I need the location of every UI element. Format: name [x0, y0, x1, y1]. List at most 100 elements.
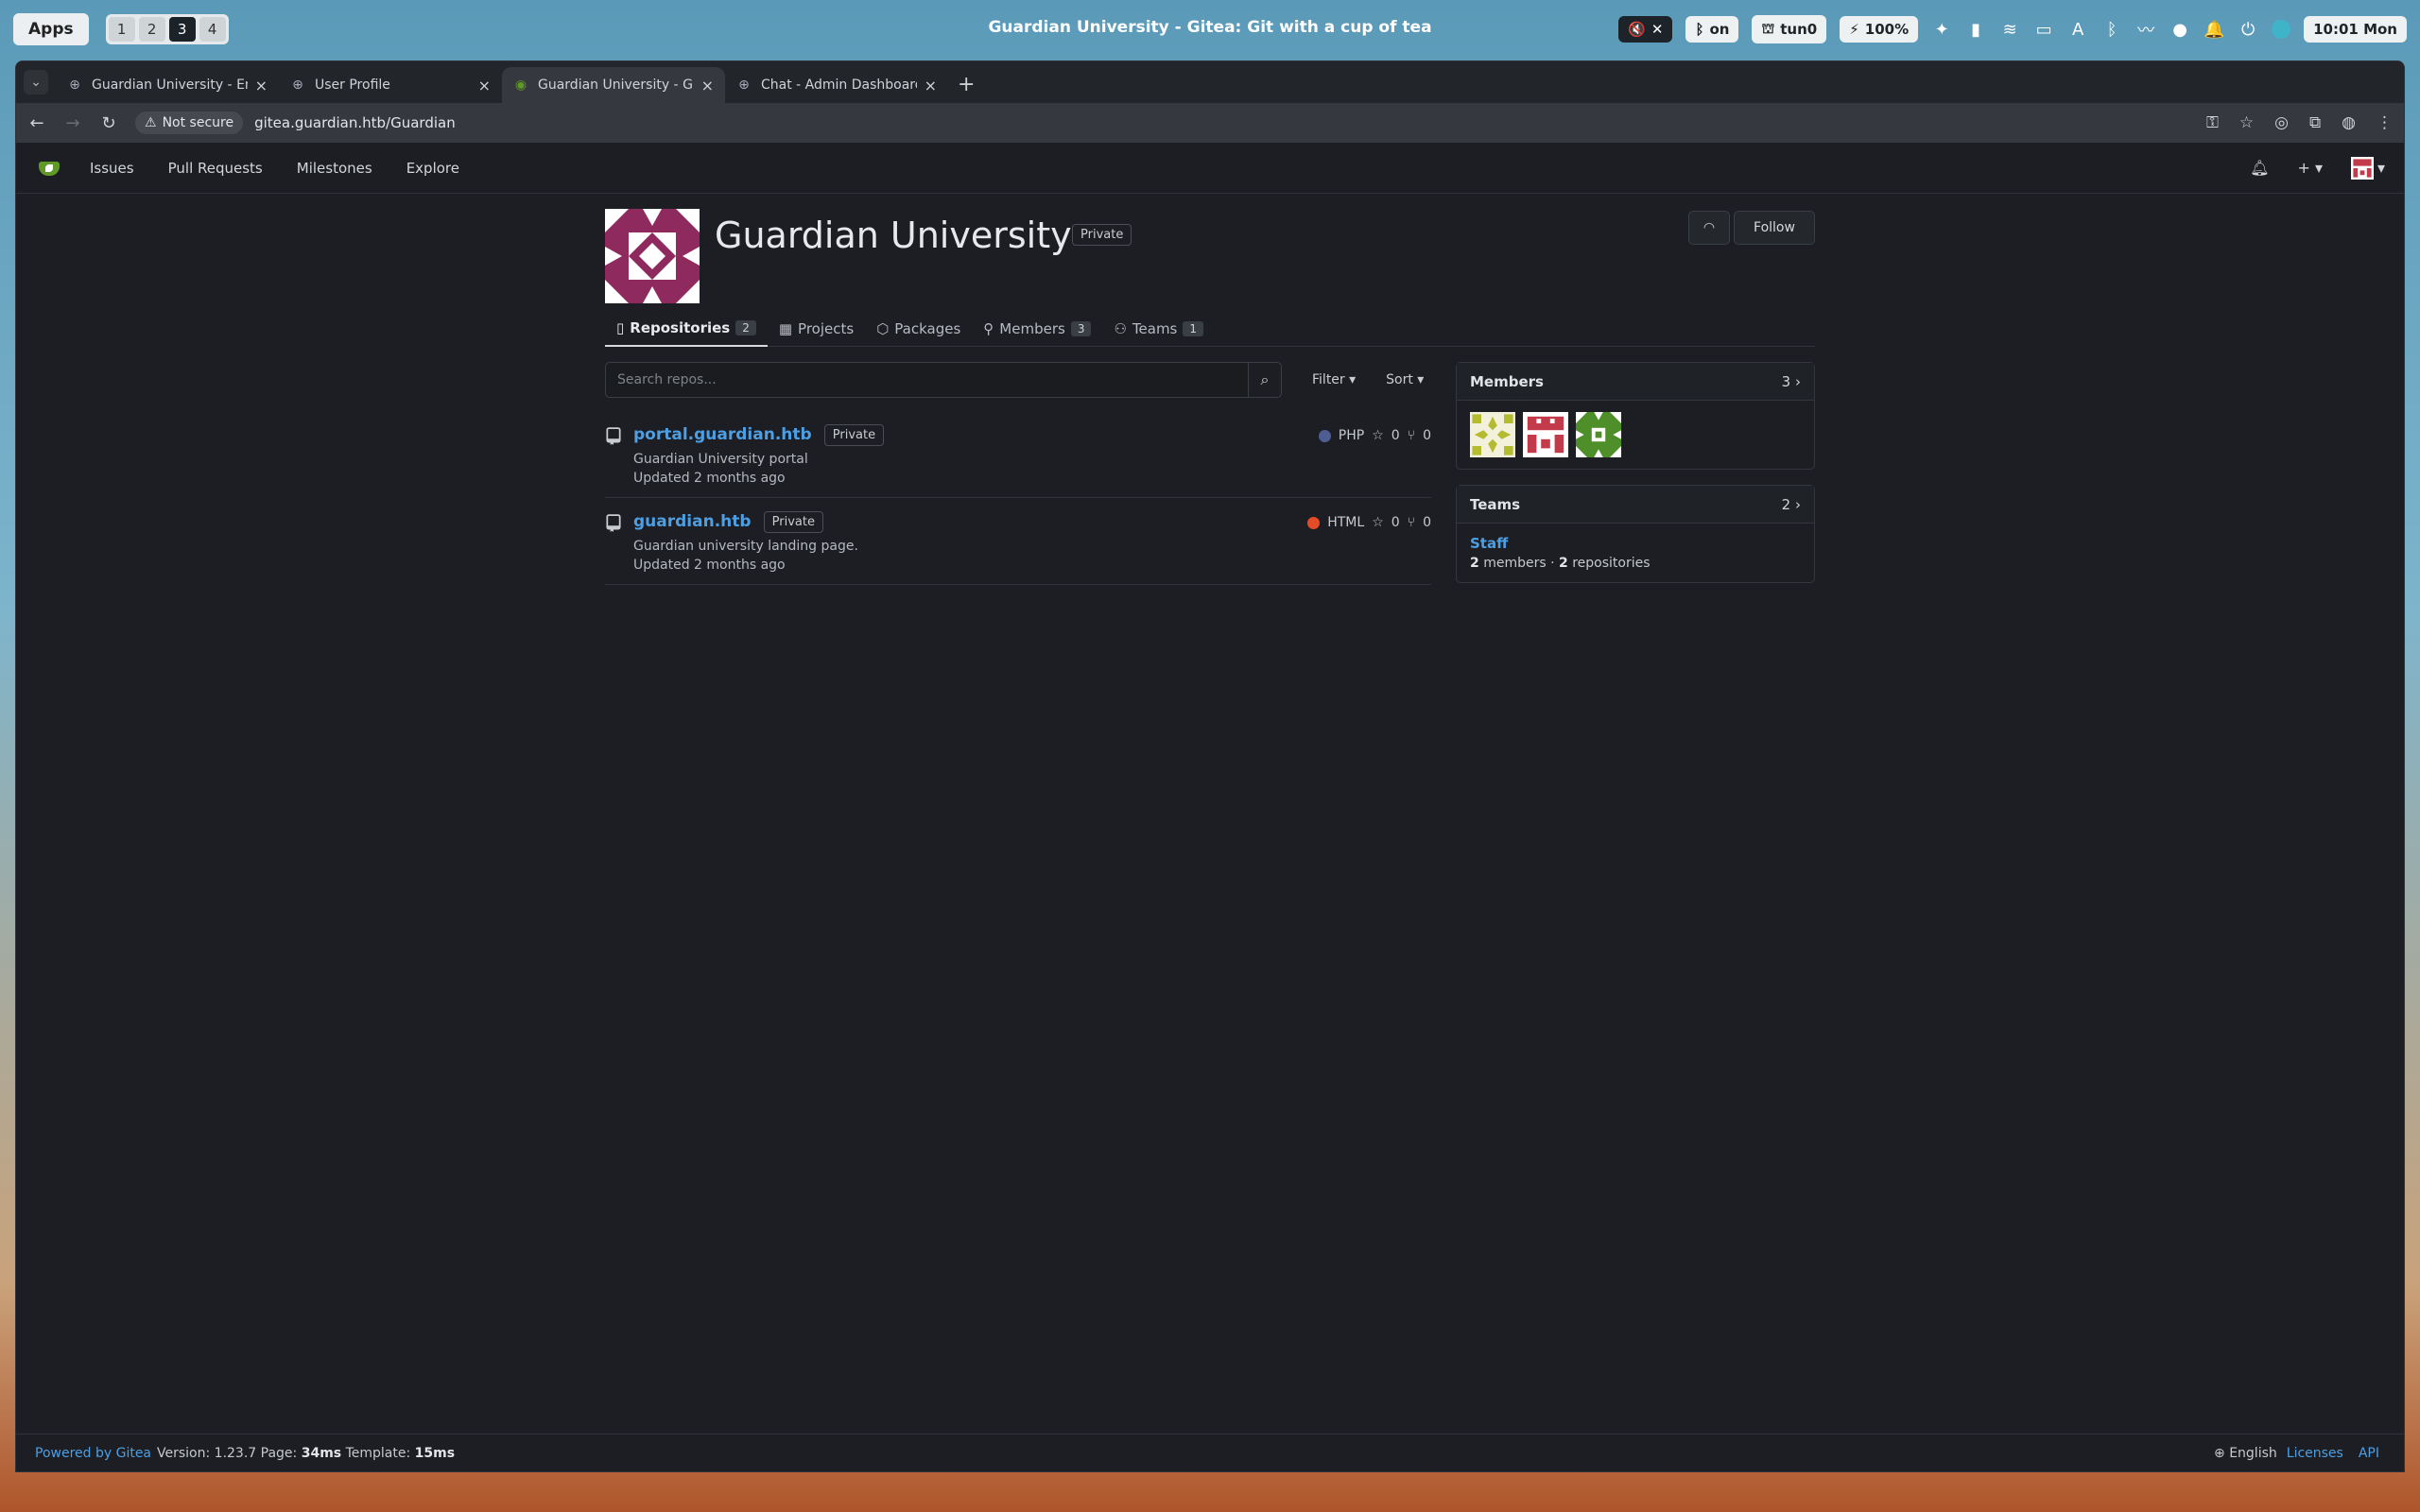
org-header-actions: ◠ Follow [1688, 211, 1815, 245]
battery-indicator[interactable]: ⚡ 100% [1840, 16, 1919, 43]
layers-icon[interactable]: ≋ [1999, 20, 2020, 40]
powered-by-link[interactable]: Powered by Gitea [35, 1446, 151, 1461]
browser-tab-user-profile[interactable]: ⊕ User Profile × [279, 67, 502, 103]
team-staff-link[interactable]: Staff [1470, 535, 1801, 552]
user-status-icon[interactable] [2272, 20, 2291, 39]
close-icon[interactable]: × [478, 77, 491, 94]
star-icon[interactable]: ☆ [1372, 515, 1384, 530]
audio-mute-indicator[interactable]: 🔇 ✕ [1618, 16, 1673, 43]
new-tab-plus-icon[interactable]: + [958, 73, 975, 96]
repo-name-link[interactable]: guardian.htb [633, 512, 752, 531]
window-icon[interactable]: ▭ [2033, 20, 2054, 40]
repo-language: HTML [1327, 515, 1365, 530]
workspace-3[interactable]: 3 [168, 17, 196, 42]
forward-arrow-icon[interactable]: → [63, 113, 82, 133]
filter-dropdown[interactable]: Filter ▾ [1312, 372, 1356, 387]
fork-icon[interactable]: ⑂ [1408, 515, 1415, 530]
reload-icon[interactable]: ↻ [99, 113, 118, 133]
browser-tab-chat[interactable]: ⊕ Chat - Admin Dashboard × [725, 67, 948, 103]
pin-icon[interactable]: ✦ [1931, 20, 1952, 40]
tab-teams[interactable]: ⚇ Teams 1 [1102, 311, 1215, 347]
apps-button[interactable]: Apps [13, 13, 89, 45]
repo-search-row: ⌕ Filter ▾ Sort ▾ [605, 362, 1431, 398]
bookmark-star-icon[interactable]: ☆ [2239, 113, 2254, 132]
create-plus-dropdown[interactable]: + ▾ [2297, 159, 2323, 177]
bluetooth-indicator[interactable]: ᛒ on [1685, 16, 1739, 43]
tab-packages[interactable]: ⬡ Packages [865, 311, 972, 347]
tab-title: Guardian University - Em [92, 77, 248, 93]
workspace-switcher: 1 2 3 4 [105, 14, 229, 44]
close-icon[interactable]: × [255, 77, 268, 94]
sort-dropdown[interactable]: Sort ▾ [1386, 372, 1424, 387]
api-link[interactable]: API [2359, 1446, 2379, 1461]
power-icon[interactable]: ⏻ [2238, 20, 2258, 40]
repo-meta: HTML ☆ 0 ⑂ 0 [1307, 515, 1431, 530]
bell-icon[interactable]: 🔔︎ [2250, 159, 2269, 177]
repo-description: Guardian University portal [633, 452, 808, 467]
vpn-indicator[interactable]: ⛫ tun0 [1752, 15, 1827, 43]
avatar[interactable] [1470, 412, 1515, 457]
plus-icon: + [2297, 159, 2310, 177]
workspace-1[interactable]: 1 [108, 17, 135, 42]
avatar[interactable] [1523, 412, 1568, 457]
tab-search-button[interactable]: ⌄ [24, 70, 48, 94]
avatar[interactable] [1576, 412, 1621, 457]
chevron-right-icon: › [1795, 495, 1801, 513]
star-count[interactable]: 0 [1392, 428, 1400, 443]
browser-tab-email[interactable]: ⊕ Guardian University - Em × [56, 67, 279, 103]
language-selector[interactable]: ⊕ English [2214, 1446, 2277, 1461]
puzzle-icon[interactable]: ⧉ [2309, 113, 2321, 132]
font-icon[interactable]: A [2067, 20, 2088, 40]
kebab-menu-icon[interactable]: ⋮ [2377, 113, 2393, 132]
omnibox[interactable]: ⚠ Not secure gitea.guardian.htb/Guardian [135, 109, 2189, 137]
follow-button[interactable]: Follow [1734, 211, 1815, 245]
nav-explore[interactable]: Explore [406, 160, 459, 177]
url-text[interactable]: gitea.guardian.htb/Guardian [254, 114, 456, 131]
nav-pull-requests[interactable]: Pull Requests [168, 160, 263, 177]
gitea-logo-icon[interactable] [35, 158, 63, 179]
fork-icon[interactable]: ⑂ [1408, 428, 1415, 443]
search-button[interactable]: ⌕ [1248, 362, 1282, 398]
gitea-footer: Powered by Gitea Version: 1.23.7 Page: 3… [16, 1434, 2404, 1471]
tab-projects[interactable]: ▦ Projects [768, 311, 865, 347]
repo-name-link[interactable]: portal.guardian.htb [633, 425, 812, 444]
workspace-4[interactable]: 4 [199, 17, 226, 42]
notification-bell-icon[interactable]: 🔔 [2204, 20, 2224, 40]
rss-button[interactable]: ◠ [1688, 211, 1730, 245]
key-icon[interactable]: ⚿ [2206, 113, 2219, 132]
nav-milestones[interactable]: Milestones [297, 160, 372, 177]
clock[interactable]: 10:01 Mon [2304, 16, 2407, 43]
bar-chart-icon[interactable]: ▮ [1965, 20, 1986, 40]
vpn-icon: ⛫ [1761, 20, 1775, 37]
tab-members[interactable]: ⚲ Members 3 [972, 311, 1102, 347]
star-count[interactable]: 0 [1392, 515, 1400, 530]
close-icon[interactable]: × [701, 77, 714, 94]
browser-tab-gitea[interactable]: ◉ Guardian University - Git × [502, 67, 725, 103]
team-meta: 2 members · 2 repositories [1470, 556, 1651, 571]
close-icon[interactable]: × [925, 77, 937, 94]
bluetooth-tray-icon[interactable]: ᛒ [2101, 20, 2122, 40]
extension-circle-icon[interactable]: ◎ [2274, 113, 2289, 132]
profile-icon[interactable]: ◍ [2342, 113, 2356, 132]
star-icon[interactable]: ☆ [1372, 428, 1384, 443]
private-badge: Private [1072, 224, 1132, 246]
nav-issues[interactable]: Issues [90, 160, 134, 177]
workspace-2[interactable]: 2 [138, 17, 165, 42]
repo-list-column: ⌕ Filter ▾ Sort ▾ portal.guardian.htb [605, 362, 1431, 598]
licenses-link[interactable]: Licenses [2287, 1446, 2343, 1461]
gitea-page: Issues Pull Requests Milestones Explore … [16, 143, 2404, 1471]
feather-icon[interactable]: 〰 [2135, 17, 2156, 42]
members-panel-header[interactable]: Members 3 › [1457, 363, 1814, 401]
user-avatar-dropdown[interactable]: ▾ [2350, 156, 2385, 180]
back-arrow-icon[interactable]: ← [27, 113, 46, 133]
panel-title: Teams [1470, 495, 1521, 513]
package-icon: ⬡ [876, 320, 890, 337]
caret-down-icon: ▾ [2377, 159, 2385, 177]
fork-count[interactable]: 0 [1423, 515, 1431, 530]
search-input[interactable] [605, 362, 1248, 398]
chat-icon[interactable]: ● [2169, 20, 2190, 40]
fork-count[interactable]: 0 [1423, 428, 1431, 443]
not-secure-chip[interactable]: ⚠ Not secure [135, 112, 244, 134]
teams-panel-header[interactable]: Teams 2 › [1457, 486, 1814, 524]
tab-repositories[interactable]: ▯ Repositories 2 [605, 311, 768, 347]
